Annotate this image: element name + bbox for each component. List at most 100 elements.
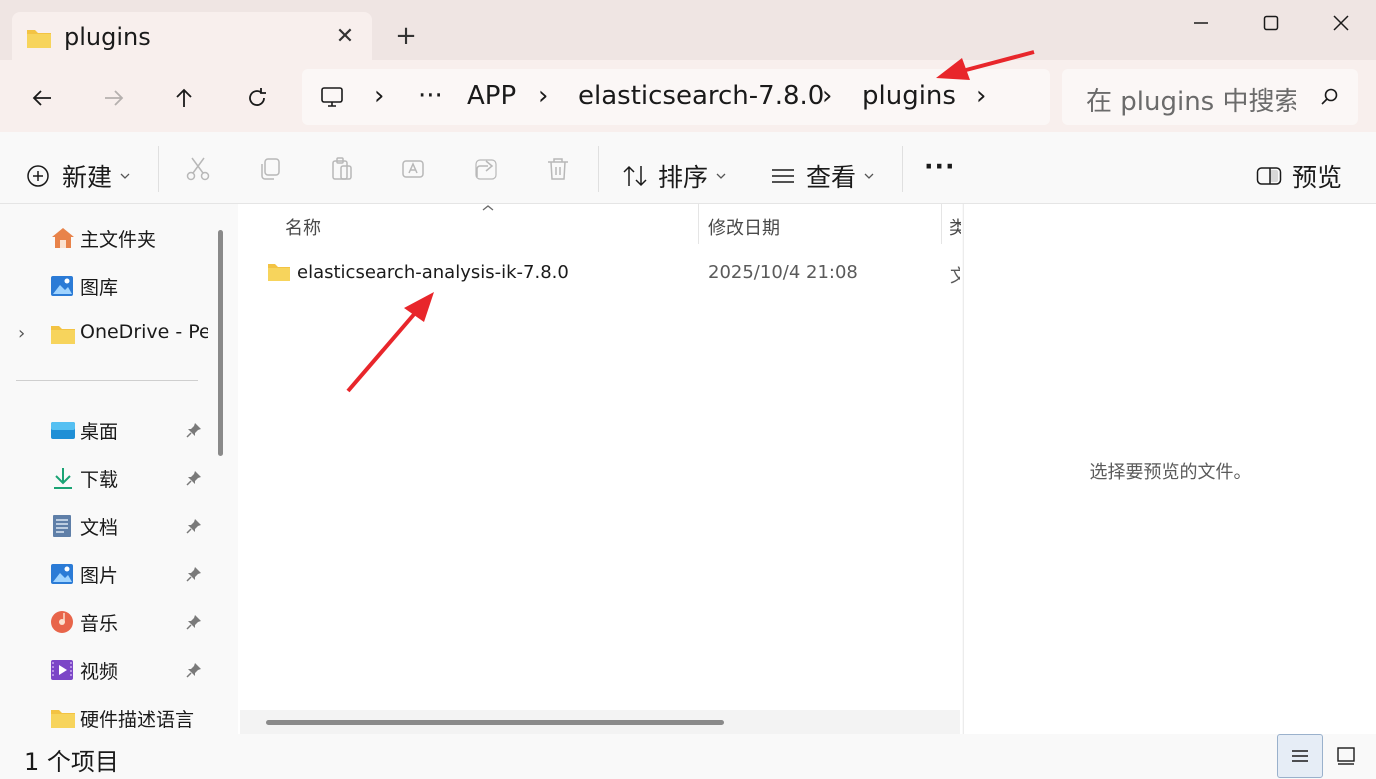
command-bar: 新建 排序 查看 ··· 预览 (0, 132, 1376, 204)
details-view-button[interactable] (1277, 734, 1323, 778)
gallery-icon (51, 276, 73, 296)
home-icon (52, 228, 74, 248)
share-icon[interactable] (473, 156, 499, 182)
forward-arrow-icon (105, 90, 124, 106)
back-arrow-icon (32, 90, 51, 106)
document-icon (53, 515, 71, 537)
file-date: 2025/10/4 21:08 (708, 262, 858, 283)
breadcrumb-separator[interactable]: › (374, 81, 384, 111)
tab-close-button[interactable]: ✕ (330, 22, 360, 52)
close-window-button[interactable] (1306, 0, 1376, 46)
breadcrumb-app[interactable]: APP (467, 81, 516, 111)
view-label: 查看 (806, 163, 857, 192)
sidebar-item-onedrive[interactable]: › OneDrive - Personal (0, 312, 210, 356)
preview-empty-message: 选择要预览的文件。 (1089, 462, 1252, 483)
sidebar-item-label: 图片 (80, 565, 119, 587)
close-icon (1333, 15, 1349, 31)
breadcrumb-separator[interactable]: › (822, 81, 832, 111)
new-button[interactable]: 新建 (26, 158, 130, 194)
breadcrumb-separator[interactable]: › (538, 81, 548, 111)
chevron-right-icon[interactable]: › (18, 323, 25, 344)
breadcrumb-overflow[interactable]: ··· (418, 81, 443, 111)
breadcrumb-separator[interactable]: › (976, 81, 986, 111)
sort-button[interactable]: 排序 (622, 158, 726, 194)
computer-icon (321, 87, 343, 107)
sidebar-item-label: 音乐 (80, 613, 119, 635)
sidebar-item-label: 主文件夹 (80, 229, 157, 251)
preview-pane-icon (1256, 167, 1282, 185)
sidebar-item-documents[interactable]: 文档 (0, 504, 210, 548)
sidebar-item-desktop[interactable]: 桌面 (0, 408, 210, 452)
pin-icon[interactable] (186, 422, 202, 438)
plus-circle-icon (27, 165, 49, 187)
pin-icon[interactable] (186, 518, 202, 534)
sidebar-item-label: 视频 (80, 661, 119, 683)
details-view-icon (1292, 750, 1308, 762)
large-icons-view-button[interactable] (1323, 734, 1369, 778)
back-button[interactable] (22, 78, 62, 118)
download-icon (54, 468, 72, 489)
sort-icon (623, 165, 647, 187)
sidebar-item-music[interactable]: 音乐 (0, 600, 210, 644)
address-bar[interactable]: › ··· APP › elasticsearch-7.8.0 › plugin… (302, 69, 1050, 125)
sidebar-item-downloads[interactable]: 下载 (0, 456, 210, 500)
forward-button[interactable] (94, 78, 134, 118)
sidebar-scrollbar[interactable] (218, 230, 223, 456)
search-input[interactable]: 在 plugins 中搜索 (1086, 81, 1296, 118)
cut-icon[interactable] (185, 156, 211, 182)
sort-ascending-icon (482, 205, 494, 211)
file-list: 名称 修改日期 类型 elasticsearch-analysis-ik-7.8… (238, 204, 962, 734)
column-divider[interactable] (698, 204, 699, 244)
delete-icon[interactable] (545, 156, 571, 182)
chevron-down-icon (120, 173, 130, 179)
new-tab-button[interactable]: + (390, 20, 422, 52)
sidebar-item-gallery[interactable]: 图库 (0, 264, 210, 308)
sidebar-item-label: OneDrive - Personal (80, 321, 208, 343)
preview-button[interactable]: 预览 (1256, 158, 1342, 194)
view-button[interactable]: 查看 (770, 158, 874, 194)
rename-icon[interactable] (401, 156, 427, 182)
tab-title: plugins (64, 23, 151, 51)
toolbar-divider (158, 146, 159, 192)
sidebar-item-hdl-folder[interactable]: 硬件描述语言 (0, 696, 210, 734)
pin-icon[interactable] (186, 662, 202, 678)
paste-icon[interactable] (329, 156, 355, 182)
refresh-icon (249, 88, 266, 106)
sidebar-item-videos[interactable]: 视频 (0, 648, 210, 692)
sidebar-item-pictures[interactable]: 图片 (0, 552, 210, 596)
sort-label: 排序 (658, 163, 709, 192)
search-icon (1321, 88, 1338, 105)
desktop-icon (51, 422, 75, 439)
file-type: 文件夹 (950, 266, 960, 287)
sidebar-item-label: 桌面 (80, 421, 119, 443)
column-divider[interactable] (941, 204, 942, 244)
file-row[interactable]: elasticsearch-analysis-ik-7.8.0 2025/10/… (258, 254, 960, 294)
sidebar-item-label: 文档 (80, 517, 119, 539)
pin-icon[interactable] (186, 614, 202, 630)
pin-icon[interactable] (186, 470, 202, 486)
search-box[interactable]: 在 plugins 中搜索 (1062, 69, 1358, 125)
breadcrumb-plugins[interactable]: plugins (862, 81, 956, 111)
breadcrumb-elasticsearch[interactable]: elasticsearch-7.8.0 (578, 81, 824, 111)
minimize-button[interactable] (1166, 0, 1236, 46)
video-icon (51, 660, 73, 680)
pictures-icon (51, 564, 73, 584)
more-options-button[interactable]: ··· (924, 152, 956, 181)
navigation-pane: 主文件夹 图库 › OneDrive - Personal 桌面 下载 文档 图… (0, 204, 210, 734)
column-header-date[interactable]: 修改日期 (708, 214, 780, 254)
horizontal-scrollbar[interactable] (240, 710, 960, 734)
pin-icon[interactable] (186, 566, 202, 582)
toolbar-divider (598, 146, 599, 192)
preview-label: 预览 (1292, 163, 1343, 192)
up-button[interactable] (164, 78, 204, 118)
copy-icon[interactable] (257, 156, 283, 182)
refresh-button[interactable] (237, 78, 277, 118)
scrollbar-thumb[interactable] (266, 720, 724, 725)
file-name: elasticsearch-analysis-ik-7.8.0 (297, 262, 569, 283)
chevron-down-icon (716, 173, 726, 179)
maximize-button[interactable] (1236, 0, 1306, 46)
tab-plugins[interactable]: plugins ✕ (12, 12, 372, 62)
sidebar-item-home[interactable]: 主文件夹 (0, 216, 210, 260)
column-header-name[interactable]: 名称 (285, 214, 321, 254)
column-header-type[interactable]: 类型 (949, 214, 961, 254)
